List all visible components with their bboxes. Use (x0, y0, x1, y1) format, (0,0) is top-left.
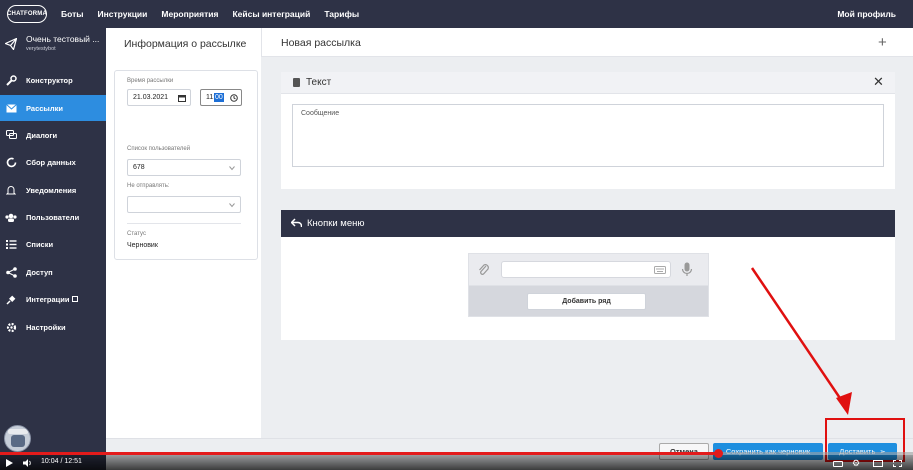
document-icon (293, 78, 300, 87)
sidebar-item-label: Рассылки (26, 103, 63, 113)
text-block: Текст ✕ Сообщение (281, 72, 895, 189)
chevron-down-icon (229, 166, 235, 171)
top-navbar: CHATFORMA Боты Инструкции Мероприятия Ке… (0, 0, 913, 28)
sidebar-item-integrations[interactable]: Интеграции (0, 286, 106, 312)
status-label: Статус (127, 231, 146, 237)
info-title: Информация о рассылке (124, 38, 247, 50)
nav-pricing[interactable]: Тарифы (324, 9, 359, 19)
sidebar-item-label: Сбор данных (26, 157, 76, 167)
envelope-icon (5, 102, 17, 114)
main-header: Новая рассылка + (261, 28, 913, 57)
bell-icon (5, 184, 17, 196)
video-progress-fill (0, 452, 719, 455)
menu-buttons-block: Кнопки меню Добавить ряд (281, 210, 895, 340)
bot-selector[interactable]: Очень тестовый ... verytestybot (0, 28, 106, 62)
nav-instructions[interactable]: Инструкции (98, 9, 148, 19)
time-field[interactable]: 11: 00 (200, 89, 242, 106)
date-field[interactable]: 21.03.2021 (127, 89, 191, 106)
nav-events[interactable]: Мероприятия (161, 9, 218, 19)
sidebar-item-label: Интеграции (26, 294, 70, 304)
sidebar-item-label: Пользователи (26, 212, 80, 222)
divider (127, 223, 241, 224)
gear-icon (5, 321, 17, 333)
time-minutes-selected: 00 (214, 93, 224, 102)
mailing-info-panel: Информация о рассылке Время рассылки 21.… (106, 28, 261, 438)
sidebar-item-data-collection[interactable]: Сбор данных (0, 149, 106, 175)
add-row-button[interactable]: Добавить ряд (527, 293, 646, 310)
text-block-header: Текст ✕ (281, 72, 895, 94)
volume-icon[interactable] (23, 459, 33, 467)
sidebar-item-access[interactable]: Доступ (0, 259, 106, 285)
keyboard-icon (654, 266, 666, 274)
fullscreen-icon[interactable] (893, 460, 902, 467)
microphone-icon (681, 262, 693, 276)
refresh-icon (5, 156, 17, 168)
sidebar-item-notifications[interactable]: Уведомления (0, 177, 106, 203)
subtitles-icon[interactable] (833, 461, 843, 467)
video-scrubber[interactable] (714, 449, 724, 458)
settings-gear-icon[interactable]: ⚙ (852, 458, 860, 469)
users-icon (5, 211, 17, 223)
info-card: Время рассылки 21.03.2021 11: 00 Список … (114, 70, 258, 260)
clock-icon[interactable] (230, 94, 238, 102)
avatar[interactable] (4, 425, 31, 452)
calendar-icon[interactable] (178, 94, 186, 102)
message-textarea[interactable]: Сообщение (292, 104, 884, 167)
video-controls (0, 455, 913, 470)
keyboard-rows: Добавить ряд (468, 285, 709, 317)
nav-integration-cases[interactable]: Кейсы интеграций (232, 9, 310, 19)
text-block-title: Текст (306, 77, 332, 88)
sidebar: Очень тестовый ... verytestybot Конструк… (0, 28, 106, 470)
sidebar-item-label: Настройки (26, 322, 66, 332)
message-input-preview (501, 261, 671, 278)
exclude-label: Не отправлять: (127, 183, 170, 189)
sidebar-item-lists[interactable]: Списки (0, 231, 106, 257)
reply-icon (291, 218, 302, 227)
wrench-icon (5, 74, 17, 86)
chat-icon (5, 129, 17, 141)
nav-bots[interactable]: Боты (61, 9, 84, 19)
chevron-down-icon (229, 203, 235, 208)
status-value: Черновик (127, 242, 158, 249)
sidebar-item-settings[interactable]: Настройки (0, 314, 106, 340)
miniplayer-icon[interactable] (873, 460, 883, 467)
menu-buttons-header: Кнопки меню (281, 210, 895, 237)
sidebar-item-label: Конструктор (26, 75, 73, 85)
plug-icon (5, 293, 17, 305)
list-icon (5, 238, 17, 250)
bot-name: Очень тестовый ... (26, 34, 100, 44)
sidebar-item-label: Доступ (26, 267, 53, 277)
sidebar-item-label: Диалоги (26, 130, 58, 140)
add-icon[interactable]: + (878, 35, 887, 50)
exclude-select[interactable] (127, 196, 241, 213)
profile-link[interactable]: Мой профиль (837, 9, 896, 19)
chatforma-logo[interactable]: CHATFORMA (7, 5, 47, 23)
sidebar-item-dialogs[interactable]: Диалоги (0, 122, 106, 148)
telegram-icon (5, 38, 17, 50)
video-time: 10:04 / 12:51 (41, 458, 82, 465)
sidebar-item-label: Уведомления (26, 185, 77, 195)
play-icon[interactable] (6, 459, 13, 467)
sidebar-item-label: Списки (26, 239, 54, 249)
sidebar-item-users[interactable]: Пользователи (0, 204, 106, 230)
time-label: Время рассылки (127, 78, 174, 84)
list-label: Список пользователей (127, 146, 191, 152)
external-link-icon (72, 296, 79, 302)
keyboard-preview (468, 253, 709, 285)
page-title: Новая рассылка (281, 37, 361, 49)
bot-username: verytestybot (26, 46, 56, 52)
paperclip-icon (479, 264, 489, 275)
top-nav: Боты Инструкции Мероприятия Кейсы интегр… (61, 9, 373, 19)
sidebar-item-mailings[interactable]: Рассылки (0, 95, 106, 121)
user-list-select[interactable]: 678 (127, 159, 241, 176)
sidebar-item-constructor[interactable]: Конструктор (0, 67, 106, 93)
menu-buttons-title: Кнопки меню (307, 218, 365, 229)
share-icon (5, 266, 17, 278)
close-icon[interactable]: ✕ (873, 75, 884, 88)
